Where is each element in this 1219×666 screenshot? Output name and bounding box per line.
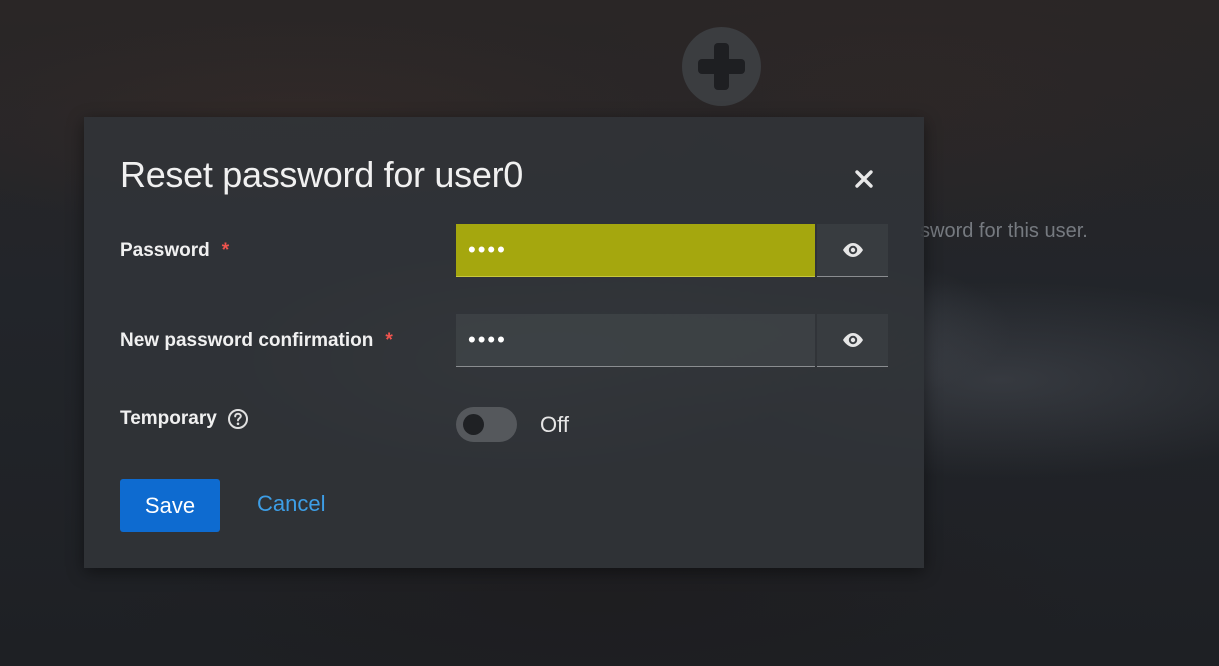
show-confirmation-button[interactable] <box>817 314 888 367</box>
required-marker: * <box>385 330 393 351</box>
temporary-label: Temporary <box>120 408 249 430</box>
save-button[interactable]: Save <box>120 479 220 532</box>
add-button[interactable] <box>682 27 761 106</box>
show-password-button[interactable] <box>817 224 888 277</box>
password-input[interactable] <box>456 224 815 277</box>
dialog-title: Reset password for user0 <box>120 154 523 195</box>
toggle-knob <box>463 414 484 435</box>
password-confirmation-input[interactable] <box>456 314 815 367</box>
password-label-text: Password <box>120 240 210 261</box>
confirmation-label: New password confirmation * <box>120 330 393 352</box>
background-hint-text: sword for this user. <box>920 220 1088 242</box>
temporary-state-text: Off <box>540 412 569 437</box>
password-label: Password * <box>120 240 229 262</box>
temporary-toggle[interactable] <box>456 407 517 442</box>
close-button[interactable] <box>848 163 880 195</box>
help-icon[interactable] <box>227 408 249 430</box>
reset-password-dialog: Reset password for user0 Password * New … <box>84 117 924 568</box>
close-icon <box>855 170 873 188</box>
cancel-button[interactable]: Cancel <box>257 491 325 517</box>
eye-icon <box>842 333 863 347</box>
required-marker: * <box>221 240 230 261</box>
eye-icon <box>842 243 863 257</box>
confirmation-label-text: New password confirmation <box>120 330 374 351</box>
temporary-label-text: Temporary <box>120 408 217 429</box>
